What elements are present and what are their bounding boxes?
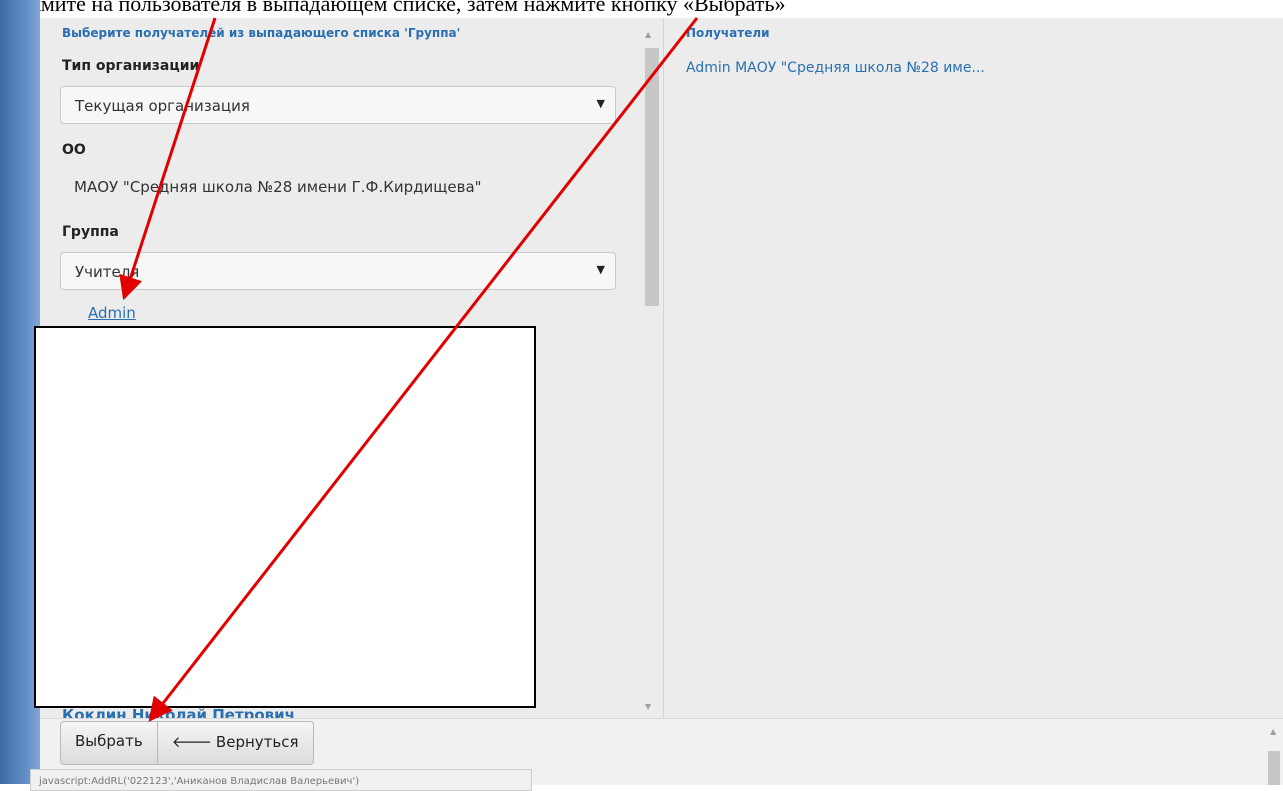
selection-hint: Выберите получателей из выпадающего спис… <box>62 26 461 40</box>
arrow-left-icon: 🡐 <box>171 733 212 751</box>
scroll-down-icon[interactable]: ▼ <box>645 702 651 711</box>
select-button-label: Выбрать <box>75 732 143 750</box>
group-label: Группа <box>62 224 119 240</box>
org-type-label: Тип организации <box>62 58 200 74</box>
scrollbar-thumb[interactable] <box>645 48 659 306</box>
page-scrollbar[interactable]: ▲ <box>1267 727 1281 785</box>
select-button[interactable]: Выбрать <box>61 722 157 764</box>
recipients-pane: Получатели Admin МАОУ "Средняя школа №28… <box>664 18 1283 718</box>
back-button[interactable]: 🡐 Вернуться <box>156 722 313 764</box>
caret-down-icon: ▼ <box>596 263 605 276</box>
dialog-footer: Выбрать 🡐 Вернуться javascript:AddRL('022… <box>30 718 1283 791</box>
recipient-item[interactable]: Admin МАОУ "Средняя школа №28 име... <box>686 60 985 76</box>
org-type-select[interactable]: Текущая организация ▼ <box>60 86 616 124</box>
recipients-header: Получатели <box>686 26 770 40</box>
oo-label: ОО <box>62 142 86 158</box>
left-pane-scrollbar[interactable]: ▲ ▼ <box>641 26 659 714</box>
group-value: Учителя <box>75 263 140 281</box>
back-button-label: Вернуться <box>215 733 299 751</box>
status-bar-url: javascript:AddRL('022123','Аниканов Влад… <box>30 769 532 791</box>
scroll-up-icon[interactable]: ▲ <box>1270 727 1276 736</box>
admin-user-link[interactable]: Admin <box>88 304 136 322</box>
instruction-text-strip: Нажмите на пользователя в выпадающем спи… <box>0 0 1283 18</box>
footer-button-group: Выбрать 🡐 Вернуться <box>60 721 314 765</box>
group-select[interactable]: Учителя ▼ <box>60 252 616 290</box>
page-scrollbar-thumb[interactable] <box>1268 751 1280 785</box>
oo-value: МАОУ "Средняя школа №28 имени Г.Ф.Кирдищ… <box>74 178 482 196</box>
status-bar-text: javascript:AddRL('022123','Аниканов Влад… <box>39 776 360 787</box>
redaction-box <box>34 326 536 708</box>
scroll-up-icon[interactable]: ▲ <box>645 30 651 39</box>
org-type-value: Текущая организация <box>75 97 250 115</box>
caret-down-icon: ▼ <box>596 97 605 110</box>
instruction-text: Нажмите на пользователя в выпадающем спи… <box>0 0 786 16</box>
